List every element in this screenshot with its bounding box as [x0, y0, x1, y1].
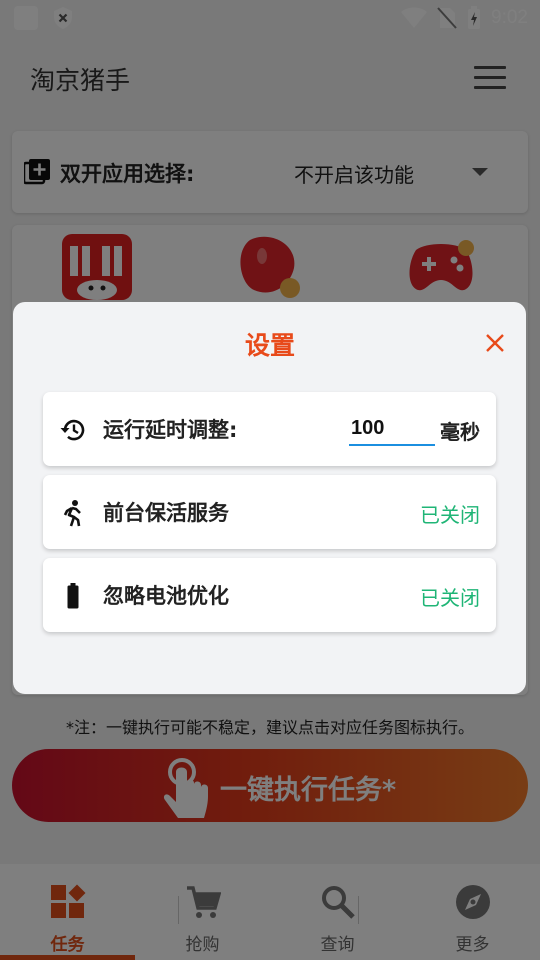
close-icon[interactable]	[480, 328, 510, 358]
battery-optimization-row[interactable]: 忽略电池优化 已关闭	[43, 558, 496, 632]
battery-icon	[67, 583, 79, 609]
delay-unit: 毫秒	[440, 420, 480, 444]
foreground-keepalive-label: 前台保活服务	[103, 501, 229, 525]
delay-setting-row: 运行延时调整: 毫秒	[43, 392, 496, 466]
dialog-title: 设置	[244, 331, 295, 360]
delay-label: 运行延时调整:	[103, 418, 238, 442]
running-person-icon	[63, 500, 81, 527]
foreground-keepalive-status[interactable]: 已关闭	[420, 499, 480, 528]
foreground-keepalive-row[interactable]: 前台保活服务 已关闭	[43, 475, 496, 549]
battery-optimization-status[interactable]: 已关闭	[420, 582, 480, 611]
history-icon	[60, 419, 85, 441]
delay-input[interactable]	[349, 412, 435, 446]
battery-optimization-label: 忽略电池优化	[103, 584, 229, 608]
